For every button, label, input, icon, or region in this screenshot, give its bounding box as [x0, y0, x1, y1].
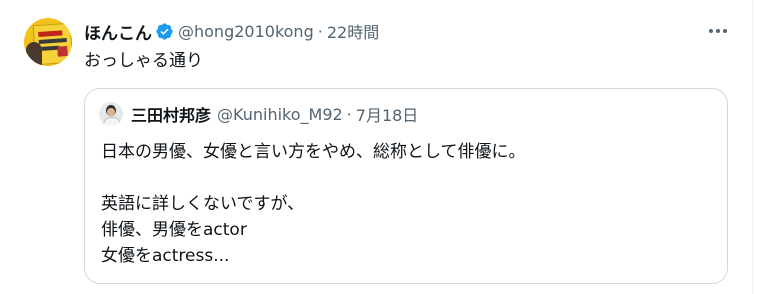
tweet-text: おっしゃる通り — [84, 51, 203, 71]
handle[interactable]: @hong2010kong — [178, 22, 314, 41]
quoted-handle[interactable]: @Kunihiko_M92 — [217, 105, 343, 124]
person-image — [26, 42, 42, 66]
column-divider — [752, 0, 753, 294]
separator-dot: · — [317, 21, 323, 41]
quoted-avatar[interactable] — [99, 102, 123, 126]
quoted-tweet-header: 三田村邦彦 @Kunihiko_M92 · 7月18日 — [131, 102, 419, 126]
verified-badge-icon — [156, 22, 173, 40]
quoted-timestamp[interactable]: 7月18日 — [356, 102, 419, 126]
quoted-tweet[interactable]: 三田村邦彦 @Kunihiko_M92 · 7月18日 日本の男優、女優と言い方… — [84, 88, 728, 284]
quoted-display-name[interactable]: 三田村邦彦 — [131, 102, 211, 126]
quoted-text-line: 女優をactress... — [101, 246, 230, 266]
quoted-tweet-text: 日本の男優、女優と言い方をやめ、総称として俳優に。 英語に詳しくないですが、 俳… — [101, 139, 526, 269]
more-options-icon[interactable] — [706, 20, 730, 42]
timestamp[interactable]: 22時間 — [327, 19, 379, 43]
quoted-text-line: 英語に詳しくないですが、 — [101, 194, 305, 214]
quoted-text-line — [101, 165, 526, 191]
avatar[interactable] — [24, 18, 72, 66]
display-name[interactable]: ほんこん — [84, 19, 152, 44]
tweet[interactable]: ほんこん @hong2010kong · 22時間 おっしゃる通り 三田村邦彦 … — [0, 0, 760, 294]
quoted-separator-dot: · — [346, 104, 352, 124]
quoted-text-line: 日本の男優、女優と言い方をやめ、総称として俳優に。 — [101, 142, 526, 162]
quoted-text-line: 俳優、男優をactor — [101, 220, 247, 240]
tweet-header: ほんこん @hong2010kong · 22時間 — [84, 19, 379, 44]
